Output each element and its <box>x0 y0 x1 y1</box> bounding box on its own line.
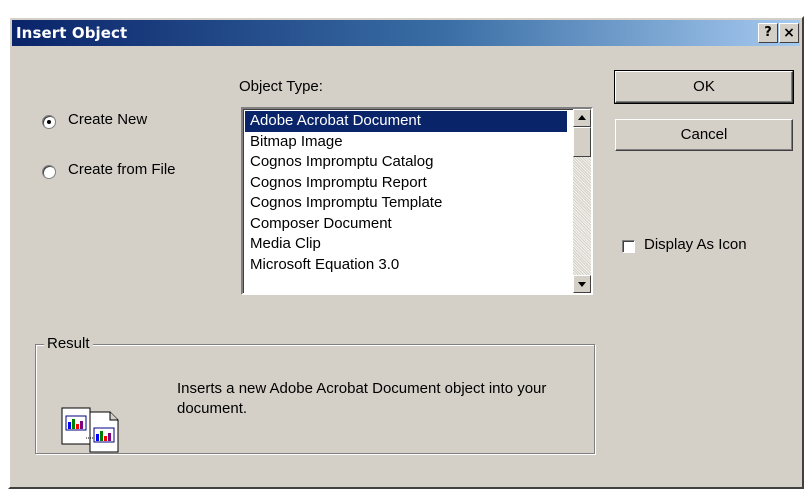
arrow-down-icon <box>578 282 586 287</box>
object-type-list: Adobe Acrobat Document Bitmap Image Cogn… <box>245 111 567 275</box>
create-new-label[interactable]: Create New <box>68 111 147 128</box>
arrow-up-icon <box>578 115 586 120</box>
list-item[interactable]: Bitmap Image <box>245 132 567 153</box>
dialog-title: Insert Object <box>16 24 128 42</box>
display-as-icon-checkbox[interactable] <box>622 240 635 253</box>
create-new-radio[interactable] <box>42 115 56 129</box>
cancel-button[interactable]: Cancel <box>615 119 793 151</box>
list-scrollbar[interactable] <box>573 109 591 293</box>
title-bar[interactable]: Insert Object ? × <box>12 20 800 46</box>
list-item[interactable]: Cognos Impromptu Report <box>245 173 567 194</box>
create-from-file-radio[interactable] <box>42 165 56 179</box>
list-item[interactable]: Composer Document <box>245 214 567 235</box>
result-description: Inserts a new Adobe Acrobat Document obj… <box>177 380 547 417</box>
radio-dot-icon <box>47 120 51 124</box>
list-item[interactable]: Cognos Impromptu Catalog <box>245 152 567 173</box>
list-item[interactable]: Cognos Impromptu Template <box>245 193 567 214</box>
close-button[interactable]: × <box>779 23 799 43</box>
display-as-icon-label[interactable]: Display As Icon <box>644 236 747 253</box>
object-type-label: Object Type: <box>239 78 323 95</box>
ok-button[interactable]: OK <box>614 70 794 104</box>
scroll-up-button[interactable] <box>573 109 591 127</box>
result-group-label: Result <box>44 335 93 352</box>
list-item[interactable]: Adobe Acrobat Document <box>245 111 567 132</box>
object-type-listbox[interactable]: Adobe Acrobat Document Bitmap Image Cogn… <box>241 107 593 295</box>
scroll-down-button[interactable] <box>573 275 591 293</box>
insert-object-icon <box>61 407 119 453</box>
scroll-thumb[interactable] <box>573 127 591 157</box>
insert-object-dialog: Insert Object ? × Create New Create from… <box>8 16 804 489</box>
list-item[interactable]: Microsoft Equation 3.0 <box>245 255 567 276</box>
list-item[interactable]: Media Clip <box>245 234 567 255</box>
help-button[interactable]: ? <box>758 23 778 43</box>
create-from-file-label[interactable]: Create from File <box>68 161 176 178</box>
